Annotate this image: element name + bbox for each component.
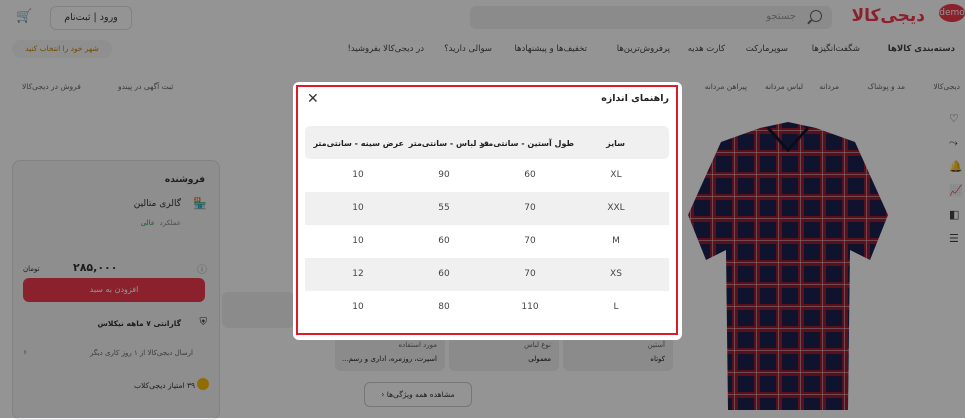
col-size: سایز <box>606 139 625 148</box>
cell-size: L <box>613 302 619 312</box>
cell-chest: 10 <box>352 170 364 180</box>
cell-size: XS <box>610 269 622 279</box>
cell-length: 80 <box>438 302 450 312</box>
size-guide-modal: راهنمای اندازه ✕ سایز طول آستین - سانتی‌… <box>293 82 682 340</box>
cell-sleeve: 70 <box>524 203 536 213</box>
cell-size: XXL <box>607 203 625 213</box>
cell-length: 55 <box>438 203 450 213</box>
cell-size: XL <box>610 170 622 180</box>
col-chest: عرض سینه - سانتی‌متر <box>313 139 404 148</box>
cell-sleeve: 110 <box>521 302 539 312</box>
cell-chest: 10 <box>352 203 364 213</box>
table-row: M 70 60 10 <box>305 225 669 258</box>
table-row: L 110 80 10 <box>305 291 669 324</box>
cell-length: 60 <box>438 269 450 279</box>
cell-size: M <box>612 236 620 246</box>
col-length: قد لباس - سانتی‌متر <box>408 139 489 148</box>
cell-sleeve: 70 <box>524 269 536 279</box>
cell-sleeve: 70 <box>524 236 536 246</box>
table-header: سایز طول آستین - سانتی‌متر قد لباس - سان… <box>305 126 669 159</box>
cell-chest: 12 <box>352 269 364 279</box>
table-row: XS 70 60 12 <box>305 258 669 291</box>
table-row: XXL 70 55 10 <box>305 192 669 225</box>
table-row: XL 60 90 10 <box>305 159 669 192</box>
modal-title: راهنمای اندازه <box>601 93 669 104</box>
cell-chest: 10 <box>352 236 364 246</box>
cell-length: 90 <box>438 170 450 180</box>
close-icon[interactable]: ✕ <box>307 91 319 107</box>
col-sleeve: طول آستین - سانتی‌متر <box>480 139 574 148</box>
cell-sleeve: 60 <box>524 170 536 180</box>
cell-length: 60 <box>438 236 450 246</box>
cell-chest: 10 <box>352 302 364 312</box>
